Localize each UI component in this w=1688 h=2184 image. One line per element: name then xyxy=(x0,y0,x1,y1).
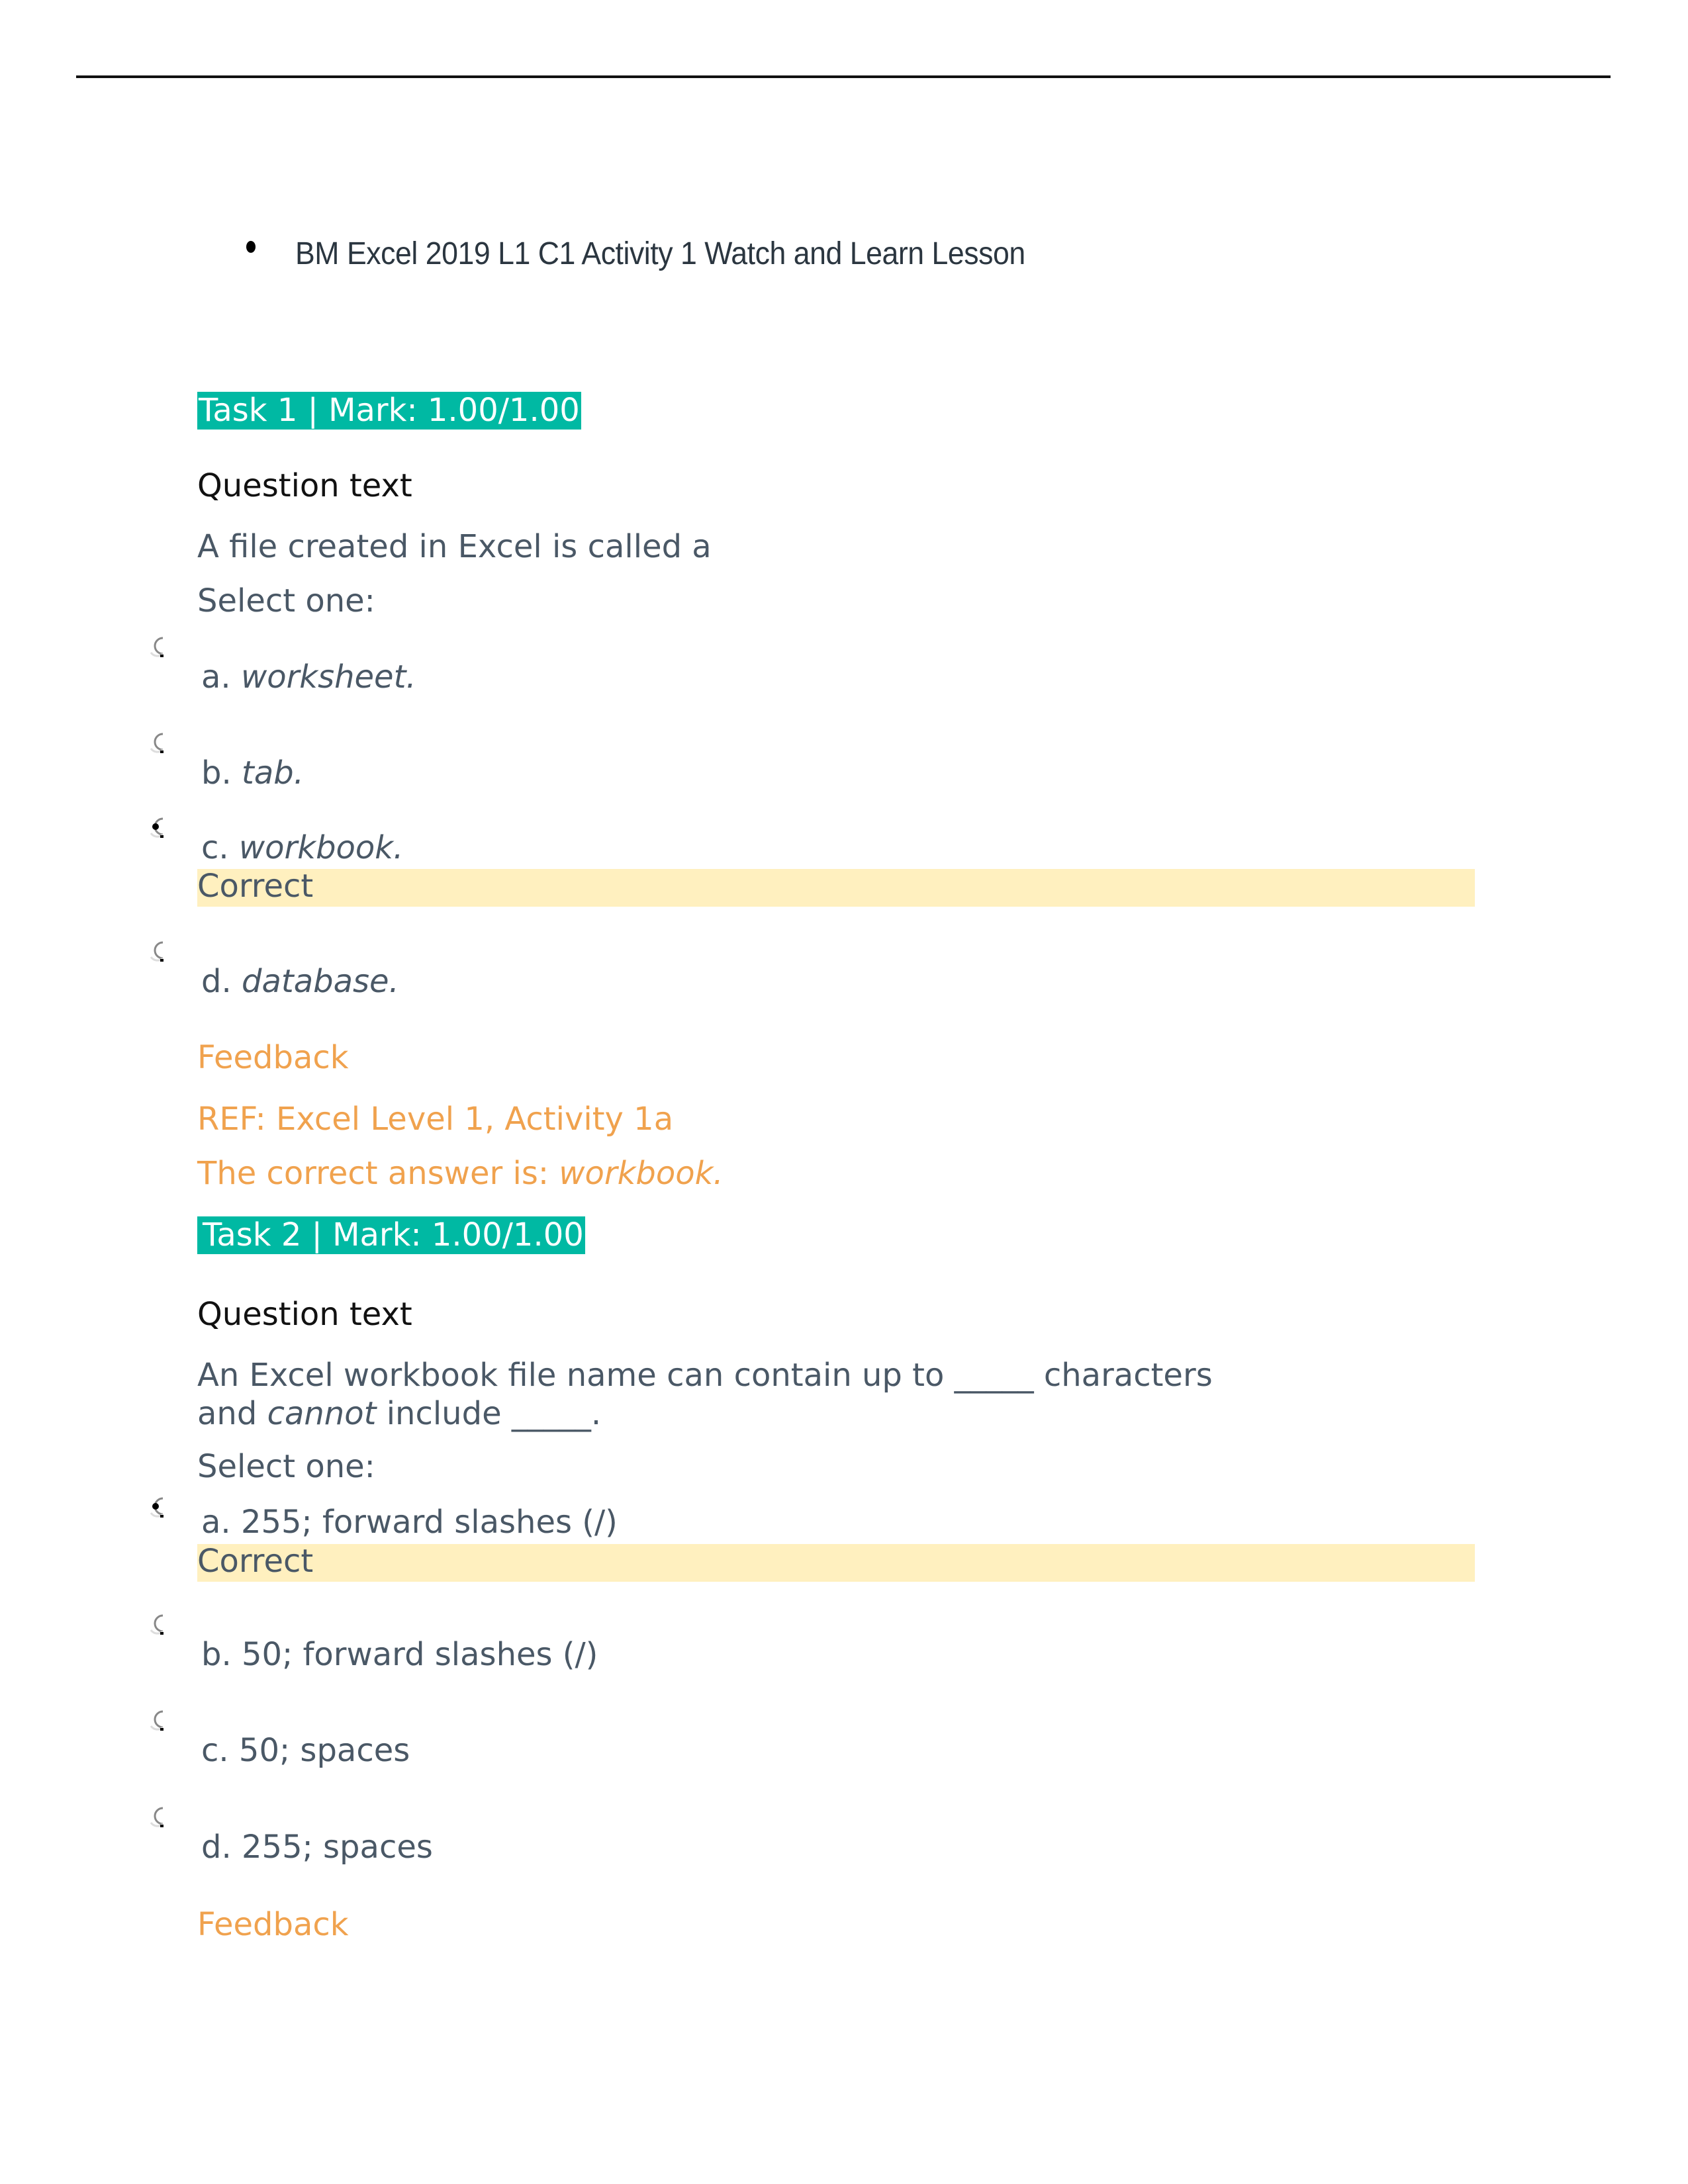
option-text: worksheet. xyxy=(240,659,416,696)
option-text: 50; spaces xyxy=(238,1732,410,1769)
radio-option-a[interactable] xyxy=(147,635,167,658)
feedback-reference: REF: Excel Level 1, Activity 1a xyxy=(197,1101,674,1138)
option-c[interactable]: c. workbook. xyxy=(201,829,403,866)
correct-label: Correct xyxy=(197,1543,314,1580)
radio-option-c[interactable] xyxy=(147,1709,167,1731)
correct-answer-prefix: The correct answer is: xyxy=(197,1155,549,1192)
radio-option-b[interactable] xyxy=(147,731,167,754)
option-letter: c. xyxy=(201,829,229,866)
option-text: workbook. xyxy=(238,829,404,866)
correct-feedback-bar: Correct xyxy=(197,1544,1475,1582)
task-2-header: Task 2 | Mark: 1.00/1.00 xyxy=(197,1216,585,1254)
option-letter: d. xyxy=(201,1829,232,1866)
feedback-label: Feedback xyxy=(197,1906,349,1943)
radio-option-d[interactable] xyxy=(147,1805,167,1828)
option-letter: a. xyxy=(201,1504,231,1541)
correct-feedback-bar: Correct xyxy=(197,869,1475,907)
document-title: BM Excel 2019 L1 C1 Activity 1 Watch and… xyxy=(295,236,1025,271)
q-emphasis: cannot xyxy=(267,1395,377,1432)
option-d[interactable]: d. 255; spaces xyxy=(201,1829,433,1866)
q-part: and xyxy=(197,1395,258,1432)
option-b[interactable]: b. 50; forward slashes (/) xyxy=(201,1636,598,1673)
correct-answer-line: The correct answer is: workbook. xyxy=(197,1155,724,1192)
option-a[interactable]: a. 255; forward slashes (/) xyxy=(201,1504,618,1541)
option-text: tab. xyxy=(242,754,304,792)
question-label: Question text xyxy=(197,1296,412,1333)
task-1-header: Task 1 | Mark: 1.00/1.00 xyxy=(197,392,581,430)
feedback-label: Feedback xyxy=(197,1039,349,1076)
question-text-line-2: and cannot include _____. xyxy=(197,1395,601,1432)
option-text: database. xyxy=(242,963,399,1000)
bullet-icon xyxy=(246,241,256,253)
option-text: 255; spaces xyxy=(242,1829,433,1866)
option-b[interactable]: b. tab. xyxy=(201,754,304,792)
option-d[interactable]: d. database. xyxy=(201,963,399,1000)
q-part: include _____. xyxy=(386,1395,602,1432)
option-letter: b. xyxy=(201,754,232,792)
radio-option-a-selected[interactable] xyxy=(147,1496,167,1518)
question-label: Question text xyxy=(197,467,412,504)
select-prompt: Select one: xyxy=(197,1448,375,1485)
radio-option-c-selected[interactable] xyxy=(147,816,167,839)
question-text: A file created in Excel is called a xyxy=(197,528,712,565)
option-a[interactable]: a. worksheet. xyxy=(201,659,416,696)
option-letter: d. xyxy=(201,963,232,1000)
radio-option-d[interactable] xyxy=(147,940,167,962)
option-letter: b. xyxy=(201,1636,232,1673)
question-text-line-1: An Excel workbook file name can contain … xyxy=(197,1357,1213,1394)
option-letter: c. xyxy=(201,1732,229,1769)
option-c[interactable]: c. 50; spaces xyxy=(201,1732,410,1769)
correct-answer: workbook. xyxy=(559,1155,724,1192)
option-text: 255; forward slashes (/) xyxy=(240,1504,618,1541)
select-prompt: Select one: xyxy=(197,582,375,619)
option-text: 50; forward slashes (/) xyxy=(242,1636,598,1673)
option-letter: a. xyxy=(201,659,231,696)
radio-option-b[interactable] xyxy=(147,1613,167,1635)
correct-label: Correct xyxy=(197,868,314,905)
header-rule xyxy=(76,75,1611,78)
